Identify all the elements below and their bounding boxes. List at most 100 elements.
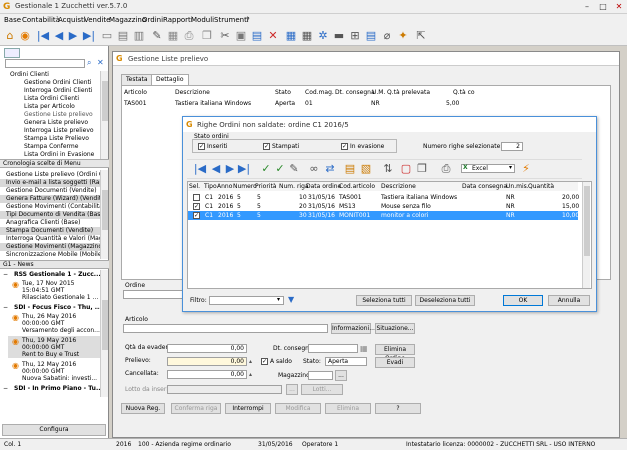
- calculator-icon[interactable]: ▦: [300, 29, 314, 43]
- news-item-time[interactable]: 00:00:00 GMT: [22, 320, 102, 327]
- table-row-selected[interactable]: ✓ C1 2016 5 5 30 31/05/16 MONIT001 monit…: [188, 211, 579, 220]
- table-row[interactable]: C1 2016 5 5 10 31/05/16 TAS001 Tastiera …: [188, 193, 579, 202]
- nuova-reg-button[interactable]: Nuova Reg.: [121, 403, 165, 414]
- filter-icon[interactable]: ▼: [288, 295, 294, 304]
- articolo-field[interactable]: [123, 324, 328, 333]
- history-item[interactable]: Tipi Documento di Vendita (Base): [0, 211, 100, 219]
- news-scrollbar[interactable]: [100, 270, 108, 397]
- situazione-button[interactable]: Situazione...: [375, 323, 415, 334]
- export-format-select[interactable]: Excel: [461, 164, 515, 173]
- history-item[interactable]: Genera Fatture (Wizard) (Vendite: [0, 195, 100, 203]
- delete-icon[interactable]: ✕: [266, 29, 280, 43]
- tree-item[interactable]: Gestione Liste prelievo: [0, 111, 100, 119]
- tree-item[interactable]: Interroga Ordini Clienti: [0, 87, 100, 95]
- filtro-select[interactable]: [209, 296, 284, 305]
- edit-icon[interactable]: ✎: [287, 162, 301, 176]
- history-item[interactable]: Sincronizzazione Mobile (Mobile): [0, 251, 100, 259]
- evadi-button[interactable]: Evadi: [375, 357, 415, 368]
- history-item[interactable]: Gestione Liste prelievo (Ordini Clie: [0, 171, 100, 179]
- note-icon[interactable]: ▤: [364, 29, 378, 43]
- network-icon[interactable]: ⊞: [348, 29, 362, 43]
- settings-icon[interactable]: ✲: [316, 29, 330, 43]
- interrompi-button[interactable]: Interrompi: [225, 403, 271, 414]
- print-preview-icon[interactable]: ▦: [166, 29, 180, 43]
- table-scrollbar[interactable]: [582, 182, 590, 288]
- tab-testata[interactable]: Testata: [121, 74, 153, 85]
- history-item[interactable]: Stampa Documenti (Vendite): [0, 227, 100, 235]
- tree-item[interactable]: Interroga Liste prelievo: [0, 127, 100, 135]
- search-icon[interactable]: ⌕: [87, 58, 91, 68]
- print-icon[interactable]: ⎙: [182, 29, 196, 43]
- menu-help[interactable]: ?: [246, 16, 250, 24]
- open-doc-icon[interactable]: ▧: [359, 162, 373, 176]
- inseriti-checkbox[interactable]: ✓: [198, 143, 205, 150]
- configura-button[interactable]: Configura: [2, 424, 106, 436]
- tree-toggle-button[interactable]: [4, 48, 20, 58]
- next-icon[interactable]: ▶: [223, 162, 237, 176]
- tree-item[interactable]: Lista Ordini Clienti: [0, 95, 100, 103]
- last-icon[interactable]: ▶|: [237, 162, 251, 176]
- tree-item[interactable]: Gestione Ordini Clienti: [0, 79, 100, 87]
- informazioni-button[interactable]: Informazioni...: [331, 323, 375, 334]
- news-item-text[interactable]: Versamento degli accon...: [22, 327, 102, 334]
- prev-icon[interactable]: ◀: [209, 162, 223, 176]
- row-checkbox[interactable]: ✓: [193, 203, 200, 210]
- first-icon[interactable]: |◀: [36, 29, 50, 43]
- news-item-date[interactable]: Thu, 12 May 2016: [22, 361, 102, 368]
- confirm-icon[interactable]: ✓: [259, 162, 273, 176]
- collapse-icon[interactable]: −: [3, 385, 8, 392]
- save-all-icon[interactable]: ▥: [132, 29, 146, 43]
- tree-item[interactable]: Stampa Liste Prelievo: [0, 135, 100, 143]
- stepper-icon[interactable]: ▴: [249, 358, 252, 365]
- copy-icon[interactable]: ❐: [415, 162, 429, 176]
- home-icon[interactable]: ⌂: [3, 29, 17, 43]
- save-icon[interactable]: ▤: [116, 29, 130, 43]
- copy-doc-icon[interactable]: ▤: [250, 29, 264, 43]
- briefcase-icon[interactable]: ▬: [332, 29, 346, 43]
- menu-ordini[interactable]: Ordini: [142, 16, 163, 24]
- annulla-button[interactable]: Annulla: [548, 295, 590, 306]
- attach-icon[interactable]: ⌀: [380, 29, 394, 43]
- chevron-down-icon[interactable]: ▾: [509, 164, 512, 171]
- history-item[interactable]: Invio e-mail a lista soggetti (Rapp: [0, 179, 100, 187]
- tree-item[interactable]: Stampa Conferme: [0, 143, 100, 151]
- prelievo-field[interactable]: 0,00: [167, 357, 247, 366]
- menu-rapporti[interactable]: Rapporti: [163, 16, 193, 24]
- deseleziona-tutti-button[interactable]: Deseleziona tutti: [415, 295, 475, 306]
- tree-item[interactable]: Genera Liste prelievo: [0, 119, 100, 127]
- tree-node-ordini-clienti[interactable]: Ordini Clienti: [0, 71, 100, 79]
- rss-icon[interactable]: ◉: [18, 29, 32, 43]
- row-checkbox[interactable]: [193, 194, 200, 201]
- news-item-time[interactable]: 00:00:00 GMT: [22, 368, 102, 375]
- minimize-button[interactable]: –: [580, 1, 594, 12]
- maximize-button[interactable]: □: [596, 1, 610, 12]
- confirm-all-icon[interactable]: ✓: [273, 162, 287, 176]
- calendar-icon[interactable]: ▦: [360, 344, 368, 353]
- news-item-time[interactable]: 15:04:51 GMT: [22, 287, 102, 294]
- seleziona-tutti-button[interactable]: Seleziona tutti: [356, 295, 412, 306]
- sort-icon[interactable]: ⇅: [381, 162, 395, 176]
- news-item-text[interactable]: Nuova Sabatini: investi...: [22, 375, 102, 382]
- clear-search-icon[interactable]: ✕: [97, 58, 104, 67]
- last-icon[interactable]: ▶|: [82, 29, 96, 43]
- history-item[interactable]: Gestione Documenti (Vendite): [0, 187, 100, 195]
- table-row[interactable]: TAS001 Tastiera italiana Windows Aperta …: [122, 99, 610, 108]
- menu-search-input[interactable]: [5, 59, 85, 68]
- collapse-icon[interactable]: −: [3, 304, 8, 311]
- transfer-icon[interactable]: ⇄: [323, 162, 337, 176]
- news-item-time[interactable]: 00:00:00 GMT: [22, 344, 102, 351]
- news-item-date[interactable]: Thu, 19 May 2016: [22, 337, 102, 344]
- close-button[interactable]: ✕: [612, 1, 626, 12]
- ok-button[interactable]: OK: [503, 295, 543, 306]
- collapse-icon[interactable]: −: [3, 271, 8, 278]
- tree-item[interactable]: Lista per Articolo: [0, 103, 100, 111]
- history-item[interactable]: Interroga Quantità e Valori (Mage: [0, 235, 100, 243]
- paste-icon[interactable]: ▣: [234, 29, 248, 43]
- history-scrollbar[interactable]: [100, 170, 108, 259]
- filter-doc-icon[interactable]: ▤: [343, 162, 357, 176]
- magazzino-field[interactable]: [308, 371, 333, 380]
- tab-dettaglio[interactable]: Dettaglio: [151, 74, 189, 85]
- new-icon[interactable]: ▭: [100, 29, 114, 43]
- news-feed-title[interactable]: RSS Gestionale 1 - Zucc...: [14, 271, 101, 278]
- menu-contabilita[interactable]: Contabilità: [22, 16, 60, 24]
